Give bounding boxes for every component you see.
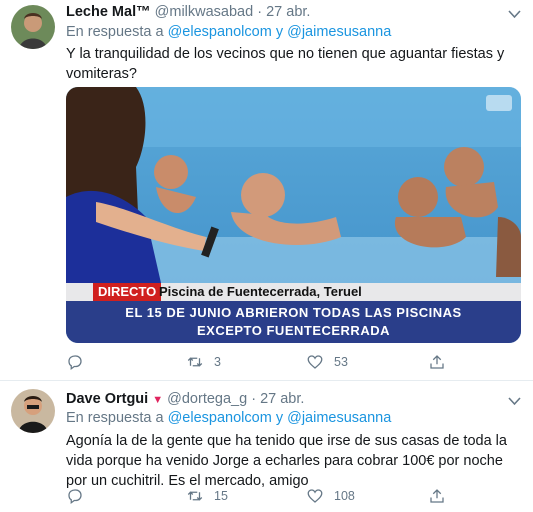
- mention-link[interactable]: @elespanolcom: [168, 410, 272, 426]
- retweet-count: 3: [214, 355, 221, 369]
- mention-link[interactable]: @jaimesusanna: [287, 24, 391, 40]
- mention-link[interactable]: @elespanolcom: [168, 24, 272, 40]
- separator-dot: ·: [251, 391, 257, 407]
- mention-link[interactable]: @jaimesusanna: [287, 410, 391, 426]
- reply-button[interactable]: [66, 487, 94, 505]
- chevron-down-icon[interactable]: [508, 8, 521, 22]
- reply-icon: [68, 489, 82, 505]
- chevron-down-icon[interactable]: [508, 395, 521, 409]
- reply-icon: [68, 355, 82, 371]
- retweet-count: 15: [214, 489, 228, 503]
- share-button[interactable]: [428, 353, 446, 371]
- heart-icon: [307, 355, 323, 369]
- user-handle[interactable]: @milkwasabad: [155, 4, 254, 20]
- reply-context: En respuesta a @elespanolcom y @jaimesus…: [66, 410, 391, 426]
- avatar[interactable]: [11, 5, 55, 49]
- retweet-icon: [187, 357, 203, 367]
- share-button[interactable]: [428, 487, 446, 505]
- like-button[interactable]: 53: [306, 353, 348, 371]
- like-count: 53: [334, 355, 348, 369]
- user-handle[interactable]: @dortega_g: [167, 391, 247, 407]
- like-count: 108: [334, 489, 355, 503]
- share-icon: [430, 355, 444, 369]
- tweet-date[interactable]: 27 abr.: [260, 391, 304, 407]
- share-icon: [430, 489, 444, 503]
- display-name[interactable]: Dave Ortgui: [66, 391, 148, 407]
- reply-button[interactable]: [66, 353, 94, 371]
- headline-bar: EL 15 DE JUNIO ABRIERON TODAS LAS PISCIN…: [66, 301, 521, 343]
- reply-prefix: En respuesta a: [66, 24, 164, 40]
- retweet-icon: [187, 491, 203, 501]
- reply-context: En respuesta a @elespanolcom y @jaimesus…: [66, 24, 391, 40]
- reply-join: y: [275, 410, 284, 426]
- reply-prefix: En respuesta a: [66, 410, 164, 426]
- live-badge: DIRECTO: [93, 283, 162, 301]
- tweet-text: Y la tranquilidad de los vecinos que no …: [66, 46, 505, 82]
- avatar[interactable]: [11, 389, 55, 433]
- like-button[interactable]: 108: [306, 487, 355, 505]
- tweet-text: Agonía la de la gente que ha tenido que …: [66, 433, 507, 489]
- reply-join: y: [275, 24, 284, 40]
- tweet-media[interactable]: DIRECTO Piscina de Fuentecerrada, Teruel…: [66, 87, 521, 343]
- retweet-button[interactable]: 3: [186, 353, 221, 371]
- tweet-1[interactable]: Leche Mal™ @milkwasabad · 27 abr. En res…: [0, 0, 533, 380]
- separator-dot: ·: [257, 4, 263, 20]
- tweet-header: Dave Ortgui ▼ @dortega_g · 27 abr.: [66, 391, 304, 407]
- display-name[interactable]: Leche Mal™: [66, 4, 151, 20]
- location-caption: Piscina de Fuentecerrada, Teruel: [159, 284, 362, 299]
- tweet-date[interactable]: 27 abr.: [266, 4, 310, 20]
- retweet-button[interactable]: 15: [186, 487, 228, 505]
- heart-icon: ▼: [152, 394, 164, 406]
- heart-icon: [307, 489, 323, 503]
- tweet-actions: 15 108: [66, 487, 506, 507]
- headline-line-2: EXCEPTO FUENTECERRADA: [196, 323, 390, 338]
- tweet-2[interactable]: Dave Ortgui ▼ @dortega_g · 27 abr. En re…: [0, 381, 533, 512]
- tweet-actions: 3 53: [66, 353, 506, 373]
- headline-line-1: EL 15 DE JUNIO ABRIERON TODAS LAS PISCIN…: [125, 305, 462, 320]
- tweet-header: Leche Mal™ @milkwasabad · 27 abr.: [66, 4, 310, 20]
